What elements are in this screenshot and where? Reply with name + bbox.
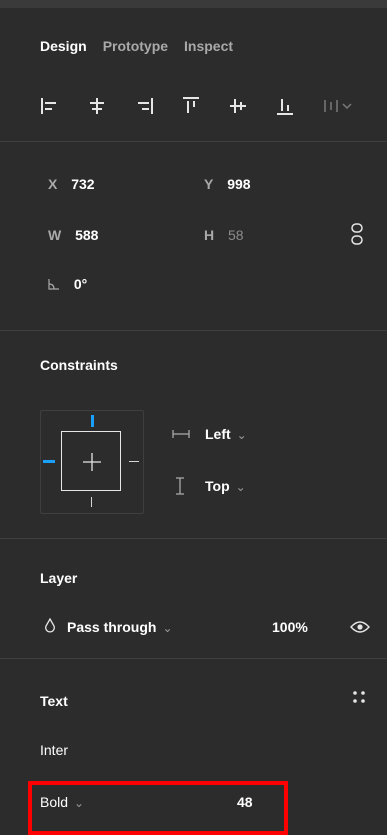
divider xyxy=(0,658,387,659)
rotation-icon xyxy=(48,279,59,290)
text-styles-grid-icon[interactable] xyxy=(352,690,366,704)
chevron-down-icon: ⌄ xyxy=(235,480,246,494)
top-strip xyxy=(0,0,387,8)
constraint-center-plus-icon[interactable] xyxy=(81,451,103,473)
w-label: W xyxy=(48,227,62,243)
blend-mode-drop-icon xyxy=(45,618,55,633)
align-left-icon[interactable] xyxy=(40,96,60,116)
w-field[interactable]: W 588 xyxy=(48,227,98,243)
tab-inspect[interactable]: Inspect xyxy=(184,38,233,54)
constraint-left-handle[interactable] xyxy=(43,460,55,463)
panel-tabs: Design Prototype Inspect xyxy=(40,38,233,54)
vertical-constraint-dropdown[interactable]: Top ⌄ xyxy=(205,478,246,494)
constraint-top-handle[interactable] xyxy=(91,415,94,427)
blend-mode-dropdown[interactable]: Pass through ⌄ xyxy=(67,619,173,635)
x-label: X xyxy=(48,176,58,192)
y-value[interactable]: 998 xyxy=(227,176,250,192)
y-field[interactable]: Y 998 xyxy=(204,176,251,192)
horizontal-constraint-icon xyxy=(172,430,190,438)
font-family-dropdown[interactable]: Inter xyxy=(40,742,68,758)
rotation-field[interactable]: 0° xyxy=(48,276,87,292)
vertical-constraint-icon xyxy=(176,477,184,495)
constraint-bottom-handle[interactable] xyxy=(91,497,92,507)
vertical-constraint-value: Top xyxy=(205,478,230,494)
divider xyxy=(0,538,387,539)
layer-title: Layer xyxy=(40,570,78,586)
align-top-icon[interactable] xyxy=(181,96,201,116)
w-value[interactable]: 588 xyxy=(75,227,98,243)
constraints-title: Constraints xyxy=(40,357,118,373)
align-center-vertical-icon[interactable] xyxy=(228,96,248,116)
tab-prototype[interactable]: Prototype xyxy=(103,38,168,54)
layer-opacity-field[interactable]: 100% xyxy=(272,619,308,635)
h-value[interactable]: 58 xyxy=(228,227,244,243)
h-field[interactable]: H 58 xyxy=(204,227,244,243)
blend-mode-value: Pass through xyxy=(67,619,157,635)
align-bottom-icon[interactable] xyxy=(275,96,295,116)
text-title: Text xyxy=(40,693,68,709)
alignment-toolbar xyxy=(40,96,380,120)
tab-design[interactable]: Design xyxy=(40,38,87,54)
h-label: H xyxy=(204,227,215,243)
constrain-proportions-icon[interactable] xyxy=(350,223,364,245)
align-right-icon[interactable] xyxy=(134,96,154,116)
y-label: Y xyxy=(204,176,214,192)
horizontal-constraint-value: Left xyxy=(205,426,231,442)
horizontal-constraint-dropdown[interactable]: Left ⌄ xyxy=(205,426,247,442)
chevron-down-icon: ⌄ xyxy=(162,621,173,635)
rotation-value[interactable]: 0° xyxy=(74,276,87,292)
x-field[interactable]: X 732 xyxy=(48,176,95,192)
align-center-horizontal-icon[interactable] xyxy=(87,96,107,116)
design-panel: Design Prototype Inspect X 732 Y 998 W 5… xyxy=(0,8,387,835)
constraint-right-handle[interactable] xyxy=(129,461,139,462)
eye-icon[interactable] xyxy=(350,620,370,634)
distribute-icon[interactable] xyxy=(322,96,362,116)
x-value[interactable]: 732 xyxy=(71,176,94,192)
chevron-down-icon: ⌄ xyxy=(236,428,247,442)
divider xyxy=(0,330,387,331)
divider xyxy=(0,141,387,142)
constraint-widget xyxy=(40,410,144,514)
